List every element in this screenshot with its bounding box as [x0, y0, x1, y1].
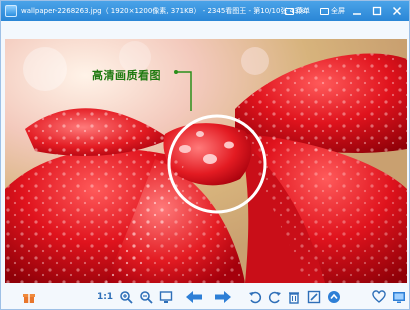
wallpaper-icon [393, 292, 405, 303]
maximize-icon [372, 6, 382, 16]
gift-button[interactable] [21, 289, 37, 305]
zoom-in-button[interactable] [118, 289, 134, 305]
rotate-right-icon [268, 291, 281, 304]
up-icon [328, 291, 340, 303]
prev-image-button[interactable] [185, 289, 203, 305]
actual-size-label: 1:1 [96, 292, 114, 302]
menu-icon [285, 7, 294, 15]
rotate-left-button[interactable] [247, 289, 263, 305]
fit-window-icon [159, 291, 173, 303]
actual-size-button[interactable]: 1:1 [97, 289, 113, 305]
window-controls [347, 3, 407, 19]
edit-button[interactable] [306, 289, 322, 305]
rotate-right-button[interactable] [267, 289, 283, 305]
delete-icon [289, 292, 299, 304]
close-button[interactable] [387, 3, 407, 19]
flower-photo [5, 39, 407, 283]
viewer-window: wallpaper-2268263.jpg（ 1920×1200像素, 371K… [0, 0, 410, 310]
menu-label: 菜单 [296, 7, 310, 15]
wallpaper-button[interactable] [391, 289, 407, 305]
minimize-button[interactable] [347, 3, 367, 19]
delete-button[interactable] [286, 289, 302, 305]
zoom-out-icon [140, 291, 153, 304]
gift-icon [23, 294, 35, 303]
next-arrow-icon [215, 291, 231, 303]
favorite-icon [372, 290, 386, 303]
callout-label: 高清画质看图 [92, 69, 161, 82]
image-canvas[interactable]: 高清画质看图 [5, 39, 407, 283]
close-icon [392, 6, 402, 16]
minimize-icon [353, 13, 361, 15]
maximize-button[interactable] [367, 3, 387, 19]
fullscreen-label: 全屏 [331, 7, 345, 15]
app-icon [5, 5, 17, 17]
title-tools: 菜单 全屏 [285, 1, 345, 21]
fullscreen-icon [320, 7, 329, 15]
zoom-in-icon [120, 291, 133, 304]
zoom-out-button[interactable] [138, 289, 154, 305]
favorite-button[interactable] [371, 289, 387, 305]
up-button[interactable] [326, 289, 342, 305]
next-image-button[interactable] [214, 289, 232, 305]
fullscreen-button[interactable]: 全屏 [320, 1, 345, 21]
rotate-left-icon [249, 291, 262, 304]
prev-arrow-icon [186, 291, 202, 303]
bottom-toolbar: 1:1 [1, 285, 409, 309]
title-bar: wallpaper-2268263.jpg（ 1920×1200像素, 371K… [1, 1, 409, 21]
fit-window-button[interactable] [158, 289, 174, 305]
edit-icon [307, 290, 321, 304]
window-title: wallpaper-2268263.jpg（ 1920×1200像素, 371K… [21, 7, 306, 15]
menu-button[interactable]: 菜单 [285, 1, 310, 21]
